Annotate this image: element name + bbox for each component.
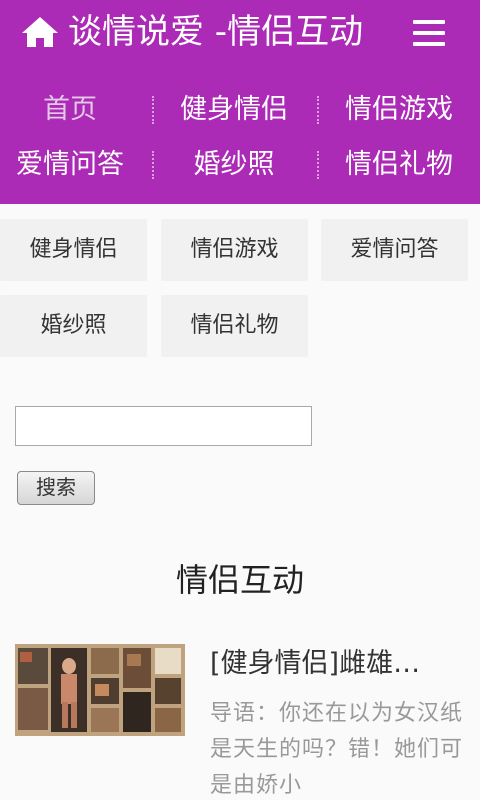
search-button[interactable]: 搜索 (17, 471, 95, 505)
section-title: 情侣互动 (175, 561, 304, 599)
nav-separator (317, 151, 319, 179)
nav-item-couple-gifts[interactable]: 情侣礼物 (331, 145, 467, 185)
nav-item-love-qa[interactable]: 爱情问答 (2, 145, 138, 185)
nav-separator (152, 96, 154, 124)
tag-couple-games[interactable]: 情侣游戏 (161, 219, 308, 281)
article-item[interactable]: [健身情侣]雌雄… 导语：你还在以为女汉纸是天生的吗？错！她们可是由娇小 (0, 636, 480, 800)
tag-fitness-couple[interactable]: 健身情侣 (0, 219, 147, 281)
tag-couple-gifts[interactable]: 情侣礼物 (161, 295, 308, 357)
search-input[interactable] (15, 406, 312, 446)
nav-item-fitness-couple[interactable]: 健身情侣 (166, 90, 302, 130)
nav-item-couple-games[interactable]: 情侣游戏 (331, 90, 467, 130)
top-bar: 谈情说爱 -情侣互动 (0, 0, 480, 66)
header: 谈情说爱 -情侣互动 首页 健身情侣 情侣游戏 爱情问答 婚纱照 情侣礼物 (0, 0, 480, 204)
thumbnail-image (15, 644, 185, 736)
tag-wedding-photos[interactable]: 婚纱照 (0, 295, 147, 357)
nav-item-home[interactable]: 首页 (20, 90, 120, 130)
home-icon[interactable] (20, 15, 60, 49)
article-title[interactable]: [健身情侣]雌雄… (210, 644, 460, 684)
tag-love-qa[interactable]: 爱情问答 (321, 219, 468, 281)
nav-separator (152, 151, 154, 179)
nav-item-wedding-photos[interactable]: 婚纱照 (166, 145, 302, 185)
article-thumbnail[interactable] (15, 644, 185, 736)
menu-icon[interactable] (413, 20, 445, 46)
article-summary: 导语：你还在以为女汉纸是天生的吗？错！她们可是由娇小 (210, 701, 464, 798)
site-title[interactable]: 谈情说爱 -情侣互动 (68, 6, 363, 58)
nav-separator (317, 96, 319, 124)
